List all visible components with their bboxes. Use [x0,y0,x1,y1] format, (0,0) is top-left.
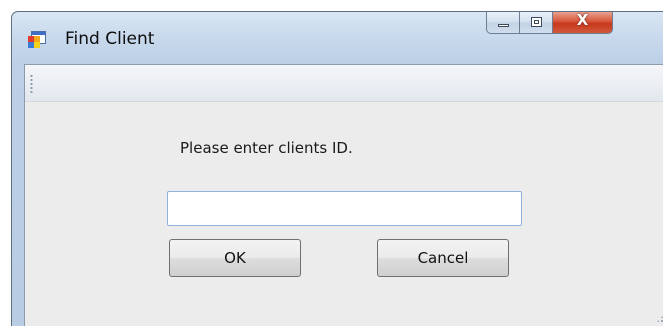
toolstrip-grip-icon[interactable] [30,74,33,94]
maximize-button[interactable] [520,12,553,34]
title-bar[interactable]: Find Client X [12,12,663,64]
close-icon: X [576,11,589,29]
minimize-icon [498,24,509,27]
close-button[interactable]: X [553,12,613,34]
find-client-window: Find Client X Please enter clients ID. O… [11,11,663,326]
minimize-button[interactable] [486,12,520,34]
cancel-button[interactable]: Cancel [377,239,509,277]
maximize-icon [531,17,542,27]
prompt-label: Please enter clients ID. [180,139,353,157]
ok-button[interactable]: OK [169,239,301,277]
window-controls: X [486,12,613,34]
client-id-input[interactable] [167,191,522,226]
resize-grip-icon[interactable] [656,311,663,323]
app-window-icon[interactable] [28,31,46,48]
window-title: Find Client [65,29,155,49]
toolstrip [25,65,663,102]
client-area: Please enter clients ID. OK Cancel [24,64,663,326]
